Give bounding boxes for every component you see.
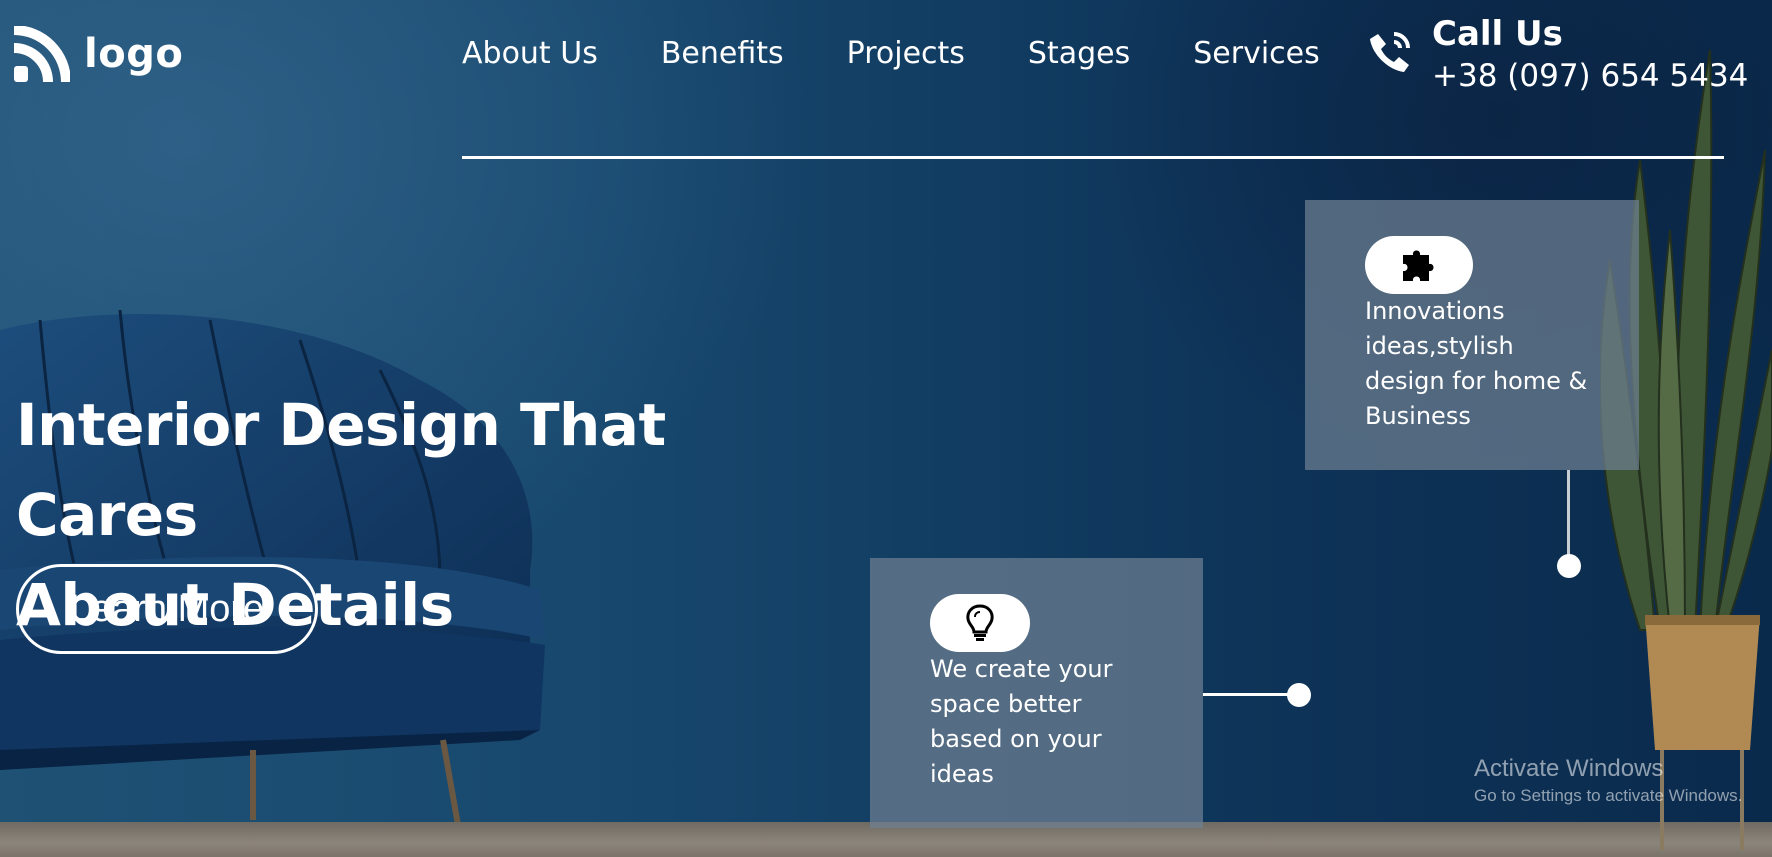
header-divider	[462, 156, 1724, 159]
call-us-block[interactable]: Call Us +38 (097) 654 5434	[1368, 10, 1748, 94]
watermark-subtitle: Go to Settings to activate Windows.	[1474, 786, 1743, 805]
connector-line	[1203, 693, 1297, 696]
connector-dot	[1557, 554, 1581, 578]
hero-headline-line1: Interior Design That Cares	[16, 391, 666, 549]
feature-text: Innovations ideas,stylish design for hom…	[1365, 297, 1588, 430]
connector-line	[1567, 470, 1570, 566]
phone-number[interactable]: +38 (097) 654 5434	[1432, 58, 1748, 94]
feature-icon-pill	[930, 594, 1030, 652]
windows-activation-watermark: Activate Windows Go to Settings to activ…	[1474, 754, 1742, 808]
call-us-title: Call Us	[1432, 14, 1563, 54]
nav-services[interactable]: Services	[1193, 36, 1320, 71]
nav-benefits[interactable]: Benefits	[661, 36, 784, 71]
feature-icon-pill	[1365, 236, 1473, 294]
main-nav: About Us Benefits Projects Stages Servic…	[462, 36, 1320, 71]
nav-about-us[interactable]: About Us	[462, 36, 598, 71]
nav-projects[interactable]: Projects	[847, 36, 965, 71]
nav-stages[interactable]: Stages	[1028, 36, 1130, 71]
feature-card-ideas: We create your space better based on you…	[870, 558, 1203, 828]
lightbulb-icon	[966, 604, 994, 641]
wifi-signal-logo-icon	[14, 26, 70, 82]
feature-text: We create your space better based on you…	[930, 655, 1113, 788]
puzzle-piece-icon	[1403, 250, 1434, 281]
learn-more-button[interactable]: Learn More	[16, 564, 318, 654]
logo[interactable]: logo	[14, 26, 183, 82]
watermark-title: Activate Windows	[1474, 755, 1664, 782]
feature-card-innovations: Innovations ideas,stylish design for hom…	[1305, 200, 1639, 470]
connector-dot	[1287, 683, 1311, 707]
logo-text: logo	[84, 31, 184, 77]
phone-ringing-icon	[1370, 32, 1410, 72]
